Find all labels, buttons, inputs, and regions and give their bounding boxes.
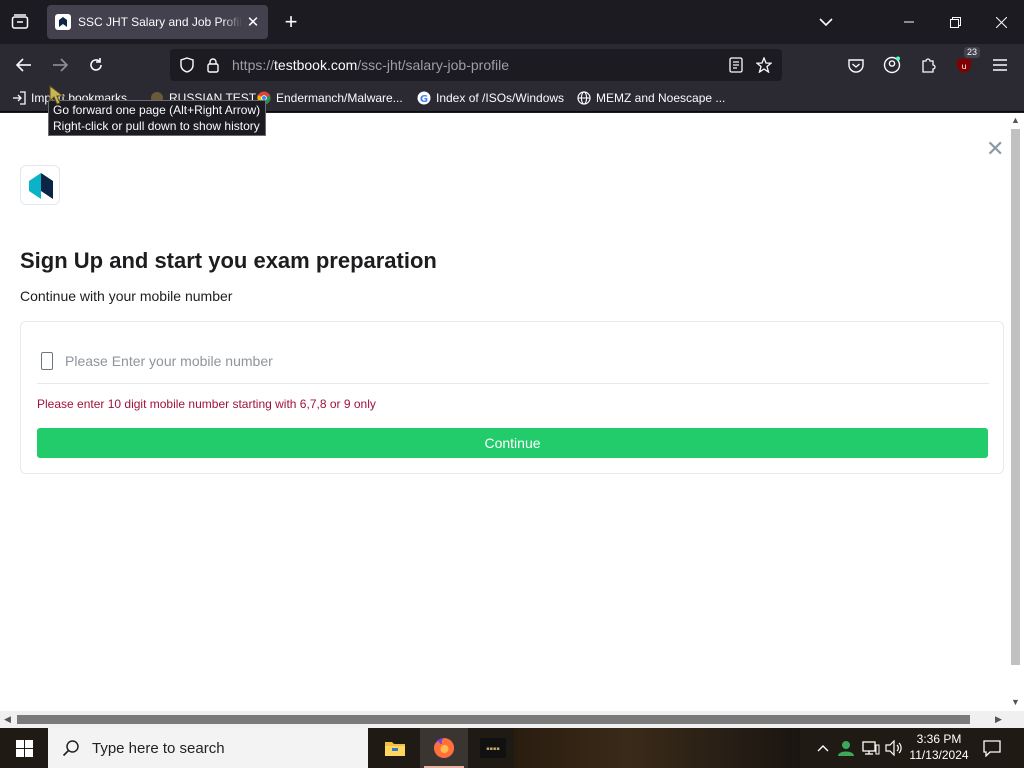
svg-text:▪▪▪▪: ▪▪▪▪ (486, 746, 500, 752)
new-tab-button[interactable]: + (280, 11, 302, 33)
taskbar-media-app[interactable]: ▪▪▪▪ (469, 728, 517, 768)
continue-button[interactable]: Continue (37, 428, 988, 458)
horizontal-scroll-thumb[interactable] (17, 715, 970, 724)
extensions-button[interactable] (916, 53, 940, 77)
tooltip-line-2: Right-click or pull down to show history (53, 119, 260, 133)
ublock-shield-icon: u (957, 57, 971, 73)
page-viewport: ✕ Sign Up and start you exam preparation… (0, 113, 1007, 711)
mobile-error-message: Please enter 10 digit mobile number star… (37, 397, 376, 411)
address-bar[interactable]: https://testbook.com/ssc-jht/salary-job-… (170, 49, 782, 81)
bookmark-memz[interactable]: MEMZ and Noescape ... (577, 91, 725, 105)
windows-logo-icon (15, 739, 33, 757)
network-status[interactable] (860, 728, 882, 768)
vertical-scroll-thumb[interactable] (1011, 129, 1020, 665)
chevron-down-icon (819, 18, 833, 26)
folder-icon (385, 742, 405, 756)
account-icon (883, 56, 901, 74)
account-button[interactable] (880, 53, 904, 77)
svg-text:G: G (420, 94, 428, 105)
horizontal-scrollbar[interactable]: ◀ ▶ (0, 711, 1024, 728)
testbook-logo (20, 165, 60, 205)
url-text[interactable]: https://testbook.com/ssc-jht/salary-job-… (232, 57, 509, 73)
windows-taskbar: Type here to search ▪▪▪▪ 3:36 PM 11/13/2… (0, 728, 1024, 768)
taskbar-search-box[interactable]: Type here to search (48, 728, 368, 768)
svg-text:u: u (961, 62, 966, 71)
bookmark-index-isos[interactable]: G Index of /ISOs/Windows (417, 91, 564, 105)
restore-icon (949, 16, 961, 28)
mobile-phone-icon (41, 352, 53, 370)
firefox-icon (434, 737, 455, 758)
browser-tab-bar: SSC JHT Salary and Job Profile 2 ✕ + (0, 0, 1024, 44)
tray-user-app[interactable] (836, 728, 856, 768)
reload-icon (90, 58, 102, 71)
media-app-icon: ▪▪▪▪ (480, 738, 506, 758)
ublock-extension-button[interactable]: u 23 (952, 47, 980, 77)
people-icon (838, 741, 854, 756)
bookmark-star-icon[interactable] (756, 57, 772, 73)
lock-icon[interactable] (205, 57, 221, 73)
tab-list-icon (11, 14, 29, 29)
close-window-button[interactable] (978, 0, 1024, 44)
globe-icon (577, 91, 591, 105)
minimize-button[interactable] (886, 0, 932, 44)
puzzle-icon (922, 58, 936, 73)
pocket-icon (848, 58, 864, 73)
back-button[interactable] (11, 52, 37, 78)
restore-button[interactable] (932, 0, 978, 44)
arrow-right-icon (53, 58, 68, 72)
chevron-up-icon (817, 745, 829, 752)
taskbar-firefox[interactable] (420, 728, 468, 768)
tab-title: SSC JHT Salary and Job Profile 2 (78, 15, 243, 29)
speaker-icon (885, 740, 902, 756)
arrow-left-icon (16, 58, 31, 72)
taskbar-file-explorer[interactable] (371, 728, 419, 768)
shield-icon[interactable] (179, 57, 195, 73)
signup-subheading: Continue with your mobile number (20, 288, 233, 304)
reload-button[interactable] (83, 52, 109, 78)
taskbar-clock[interactable]: 3:36 PM 11/13/2024 (906, 731, 972, 763)
forward-button-tooltip: Go forward one page (Alt+Right Arrow) Ri… (48, 100, 266, 136)
clock-time: 3:36 PM (916, 732, 962, 746)
tab-close-icon[interactable]: ✕ (246, 13, 260, 31)
close-icon (995, 16, 1007, 28)
forward-button[interactable] (47, 52, 73, 78)
clock-date: 11/13/2024 (909, 748, 969, 762)
scroll-down-icon[interactable]: ▼ (1011, 697, 1020, 707)
search-placeholder: Type here to search (92, 739, 225, 757)
reader-view-icon[interactable] (728, 57, 744, 73)
notification-icon (983, 739, 1001, 757)
app-menu-button[interactable] (988, 53, 1012, 77)
hamburger-menu-icon (993, 59, 1007, 71)
mobile-signup-form: Please enter 10 digit mobile number star… (20, 321, 1004, 474)
mobile-input-row (37, 344, 989, 384)
mobile-number-input[interactable] (65, 348, 965, 374)
show-hidden-icons-button[interactable] (814, 728, 832, 768)
navigation-toolbar: https://testbook.com/ssc-jht/salary-job-… (0, 44, 1024, 86)
signup-heading: Sign Up and start you exam preparation (20, 248, 437, 273)
blocked-count-badge: 23 (963, 47, 980, 58)
scroll-up-icon[interactable]: ▲ (1011, 115, 1020, 125)
testbook-favicon-icon (55, 14, 71, 30)
minimize-icon (904, 21, 914, 23)
import-icon (12, 91, 26, 105)
close-modal-icon[interactable]: ✕ (986, 138, 1004, 160)
bookmark-endermanch[interactable]: Endermanch/Malware... (257, 91, 403, 105)
vertical-scrollbar[interactable]: ▲ ▼ (1007, 113, 1024, 711)
tab-list-button[interactable] (8, 10, 32, 34)
tab-active[interactable]: SSC JHT Salary and Job Profile 2 ✕ (47, 5, 268, 39)
list-all-tabs-button[interactable] (814, 12, 838, 32)
network-icon (862, 741, 880, 755)
mouse-cursor-icon (48, 84, 66, 111)
testbook-logo-icon (29, 173, 53, 199)
google-icon: G (417, 91, 431, 105)
scroll-right-icon[interactable]: ▶ (995, 714, 1002, 725)
volume-control[interactable] (884, 728, 904, 768)
action-center-button[interactable] (978, 728, 1006, 768)
pocket-button[interactable] (844, 53, 868, 77)
taskbar-wallpaper-strip (514, 728, 800, 768)
search-icon (62, 740, 79, 757)
scroll-left-icon[interactable]: ◀ (4, 714, 11, 725)
start-button[interactable] (0, 728, 48, 768)
tooltip-line-1: Go forward one page (Alt+Right Arrow) (53, 103, 261, 117)
